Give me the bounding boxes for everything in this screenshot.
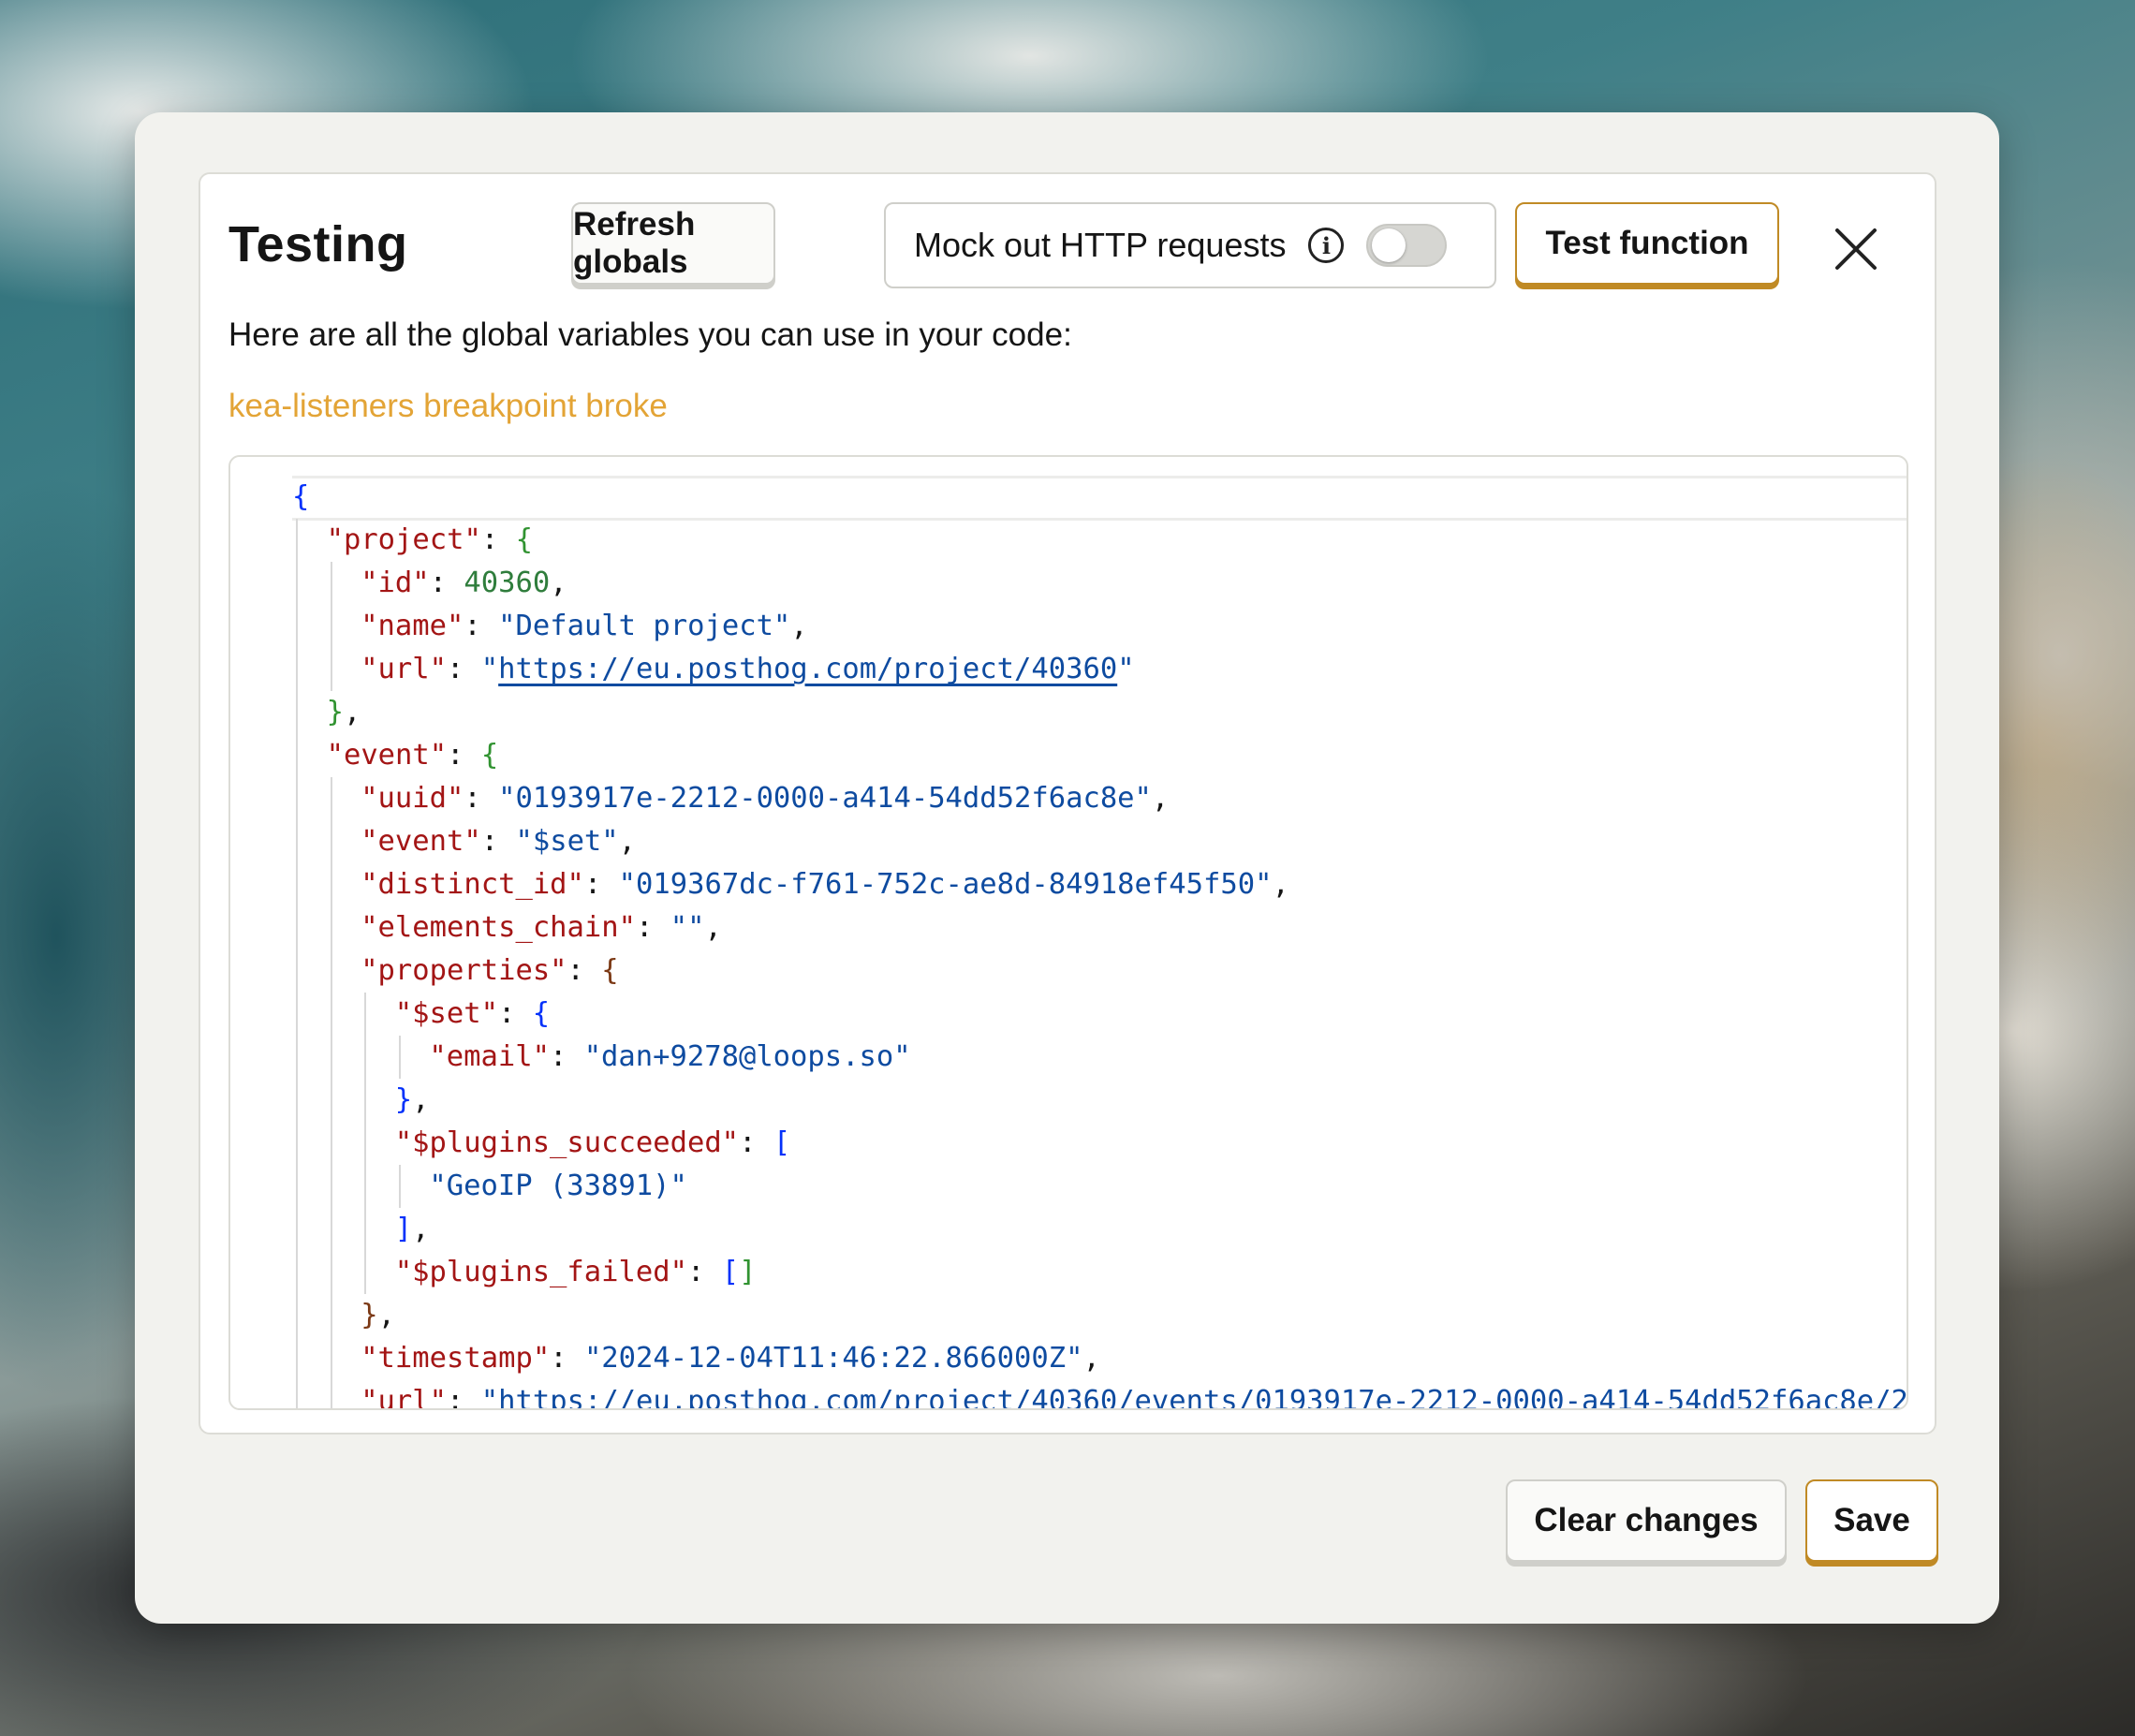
testing-modal: Testing Refresh globals Mock out HTTP re… — [135, 112, 1999, 1624]
globals-description: Here are all the global variables you ca… — [228, 316, 1072, 353]
indent-guide — [296, 863, 298, 906]
test-function-button[interactable]: Test function — [1515, 202, 1779, 285]
indent-guide — [330, 1380, 332, 1408]
refresh-globals-button[interactable]: Refresh globals — [571, 202, 775, 285]
current-line-highlight — [292, 476, 1907, 521]
indent-guide — [296, 820, 298, 863]
indent-guide — [330, 1165, 332, 1208]
indent-guide — [330, 1036, 332, 1079]
mock-http-control: Mock out HTTP requests i — [884, 202, 1496, 288]
indent-guide — [330, 1294, 332, 1337]
indent-guide — [364, 1208, 367, 1251]
indent-guide — [330, 1208, 332, 1251]
indent-guide — [296, 1036, 298, 1079]
indent-guide — [296, 949, 298, 993]
indent-guide — [296, 1079, 298, 1122]
indent-guide — [364, 1079, 367, 1122]
indent-guide — [364, 1122, 367, 1165]
save-button[interactable]: Save — [1805, 1479, 1938, 1562]
indent-guide — [398, 1036, 401, 1079]
indent-guide — [330, 1122, 332, 1165]
indent-guide — [296, 648, 298, 691]
indent-guide — [330, 605, 332, 648]
indent-guide — [330, 906, 332, 949]
mock-http-toggle[interactable] — [1366, 224, 1448, 267]
indent-guide — [330, 1079, 332, 1122]
indent-guide — [296, 993, 298, 1036]
globals-code-editor[interactable]: {"project": {"id": 40360, "name": "Defaul… — [228, 455, 1908, 1410]
indent-guide — [296, 519, 298, 562]
indent-guide — [296, 906, 298, 949]
indent-guide — [296, 1208, 298, 1251]
indent-guide — [330, 648, 332, 691]
indent-guide — [296, 605, 298, 648]
toggle-knob — [1372, 228, 1406, 262]
indent-guide — [330, 993, 332, 1036]
indent-guide — [296, 1337, 298, 1380]
indent-guide — [330, 1251, 332, 1294]
indent-guide — [296, 1251, 298, 1294]
clear-changes-button[interactable]: Clear changes — [1506, 1479, 1787, 1562]
indent-guide — [364, 1036, 367, 1079]
indent-guide — [330, 949, 332, 993]
indent-guide — [364, 1165, 367, 1208]
mock-http-label: Mock out HTTP requests — [914, 226, 1287, 264]
indent-guide — [296, 691, 298, 734]
indent-guide — [296, 562, 298, 605]
indent-guide — [296, 1165, 298, 1208]
indent-guide — [330, 777, 332, 820]
info-icon[interactable]: i — [1308, 228, 1345, 263]
testing-panel: Testing Refresh globals Mock out HTTP re… — [199, 172, 1936, 1434]
indent-guide — [296, 734, 298, 777]
indent-guide — [296, 1294, 298, 1337]
indent-guide — [330, 562, 332, 605]
indent-guide — [296, 1380, 298, 1408]
indent-guide — [364, 1251, 367, 1294]
close-icon[interactable] — [1830, 223, 1882, 275]
indent-guide — [330, 1337, 332, 1380]
indent-guide — [296, 1122, 298, 1165]
indent-guide — [398, 1165, 401, 1208]
indent-guide — [330, 820, 332, 863]
breakpoint-warning: kea-listeners breakpoint broke — [228, 388, 668, 424]
indent-guide — [364, 993, 367, 1036]
indent-guide — [330, 863, 332, 906]
panel-title: Testing — [228, 216, 408, 272]
indent-guide — [296, 777, 298, 820]
